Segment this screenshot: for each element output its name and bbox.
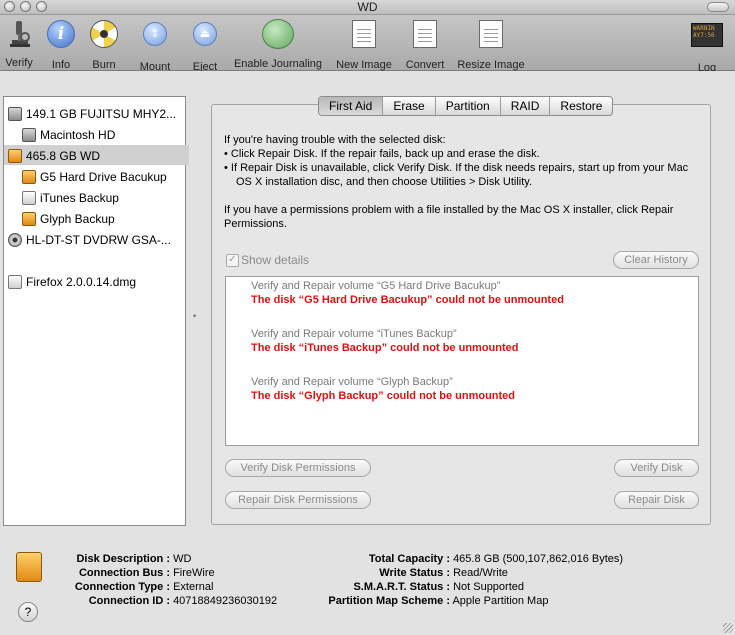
convert-button[interactable]: Convert <box>403 18 447 71</box>
first-aid-help: If you're having trouble with the select… <box>224 133 704 231</box>
sidebar-item-firefox-dmg[interactable]: Firefox 2.0.0.14.dmg <box>8 271 189 291</box>
help-intro: If you're having trouble with the select… <box>224 134 446 146</box>
split-view-handle[interactable]: • <box>193 311 196 321</box>
help-button[interactable]: ? <box>18 602 38 622</box>
disk-list[interactable]: 149.1 GB FUJITSU MHY2... Macintosh HD 46… <box>3 96 189 526</box>
mount-icon: ⇕ <box>143 22 167 46</box>
convert-label: Convert <box>405 59 445 71</box>
resize-image-label: Resize Image <box>457 59 525 71</box>
volume-icon <box>22 127 36 142</box>
show-details-label: Show details <box>241 253 310 267</box>
toolbar-toggle-button[interactable] <box>707 2 729 12</box>
new-image-icon <box>352 20 376 48</box>
info-label: Info <box>51 59 71 71</box>
tab-erase[interactable]: Erase <box>382 97 434 115</box>
connection-type: Connection Type : External <box>74 581 214 593</box>
enable-journaling-button[interactable]: Enable Journaling <box>230 18 326 70</box>
log-entry: Verify and Repair volume “Glyph Backup” … <box>251 375 515 403</box>
new-image-label: New Image <box>336 59 392 71</box>
verify-button[interactable]: Verify <box>2 18 36 69</box>
log-action: Verify and Repair volume “G5 Hard Drive … <box>251 280 501 292</box>
resize-grip[interactable] <box>723 623 733 633</box>
total-capacity: Total Capacity : 465.8 GB (500,107,862,0… <box>368 553 624 565</box>
optical-drive-icon <box>8 232 22 247</box>
smart-status: S.M.A.R.T. Status : Not Supported <box>353 581 524 593</box>
mount-button[interactable]: ⇕ Mount <box>136 18 174 73</box>
verify-disk-permissions-button[interactable]: Verify Disk Permissions <box>225 459 371 477</box>
log-error: The disk “iTunes Backup” could not be un… <box>251 342 519 354</box>
log-error: The disk “Glyph Backup” could not be unm… <box>251 390 516 402</box>
repair-disk-button[interactable]: Repair Disk <box>614 491 699 509</box>
log-icon: WARNIN AY7:56 <box>691 23 723 47</box>
external-volume-icon <box>22 169 36 184</box>
tab-partition[interactable]: Partition <box>434 97 500 115</box>
tab-raid[interactable]: RAID <box>499 97 550 115</box>
sidebar-item-glyph-backup[interactable]: Glyph Backup <box>22 208 203 228</box>
convert-icon <box>413 20 437 48</box>
help-permissions: If you have a permissions problem with a… <box>224 204 674 230</box>
help-bullet-repair: • Click Repair Disk. If the repair fails… <box>224 148 540 160</box>
info-icon: i <box>47 20 75 48</box>
info-button[interactable]: i Info <box>45 18 77 71</box>
partition-map-scheme: Partition Map Scheme : Apple Partition M… <box>328 595 549 607</box>
resize-image-button[interactable]: Resize Image <box>456 18 526 71</box>
new-image-button[interactable]: New Image <box>334 18 394 71</box>
log-action: Verify and Repair volume “iTunes Backup” <box>251 328 457 340</box>
title-bar: WD <box>0 0 735 15</box>
burn-icon <box>90 20 118 48</box>
microscope-icon <box>3 18 35 50</box>
burn-button[interactable]: Burn <box>88 18 120 71</box>
log-action: Verify and Repair volume “Glyph Backup” <box>251 376 453 388</box>
toolbar: Verify i Info Burn ⇕ Mount ⏏ Eject Enabl… <box>0 15 735 74</box>
log-entry: Verify and Repair volume “iTunes Backup”… <box>251 327 518 355</box>
log-error: The disk “G5 Hard Drive Bacukup” could n… <box>251 294 564 306</box>
enable-journaling-label: Enable Journaling <box>233 58 323 70</box>
hard-disk-icon <box>8 106 22 121</box>
sidebar-item-g5-backup[interactable]: G5 Hard Drive Bacukup <box>22 166 203 186</box>
external-disk-icon <box>8 148 22 163</box>
log-button[interactable]: WARNIN AY7:56 Log <box>690 18 724 74</box>
eject-button[interactable]: ⏏ Eject <box>188 18 222 73</box>
clear-history-button[interactable]: Clear History <box>613 251 699 269</box>
connection-bus: Connection Bus : FireWire <box>78 567 215 579</box>
write-status: Write Status : Read/Write <box>379 567 508 579</box>
resize-image-icon <box>479 20 503 48</box>
disk-description: Disk Description : WD <box>76 553 192 565</box>
window-title: WD <box>357 0 378 14</box>
verify-label: Verify <box>5 57 33 69</box>
tab-first-aid[interactable]: First Aid <box>319 97 383 115</box>
burn-label: Burn <box>92 59 116 71</box>
show-details-checkbox[interactable]: ✓ Show details <box>226 253 310 268</box>
sidebar-item-wd-disk[interactable]: 465.8 GB WD <box>4 145 189 165</box>
verify-disk-button[interactable]: Verify Disk <box>614 459 699 477</box>
journaling-icon <box>262 19 294 49</box>
first-aid-log[interactable]: Verify and Repair volume “G5 Hard Drive … <box>225 276 699 446</box>
external-volume-icon <box>22 211 36 226</box>
connection-id: Connection ID : 4071884923603019​2 <box>88 595 278 607</box>
help-bullet-verify: • If Repair Disk is unavailable, click V… <box>224 162 689 188</box>
checkmark-icon: ✓ <box>226 254 239 268</box>
log-entry: Verify and Repair volume “G5 Hard Drive … <box>251 279 564 307</box>
sidebar-item-macintosh-hd[interactable]: Macintosh HD <box>22 124 203 144</box>
tab-bar: First Aid Erase Partition RAID Restore <box>318 96 614 116</box>
sidebar-item-dvd-drive[interactable]: HL-DT-ST DVDRW GSA-... <box>8 229 189 249</box>
sidebar-item-fujitsu-disk[interactable]: 149.1 GB FUJITSU MHY2... <box>8 103 189 123</box>
disk-image-icon <box>8 274 22 289</box>
sidebar-item-itunes-backup[interactable]: iTunes Backup <box>22 187 203 207</box>
external-drive-icon <box>16 552 42 582</box>
volume-icon <box>22 190 36 205</box>
repair-disk-permissions-button[interactable]: Repair Disk Permissions <box>225 491 371 509</box>
eject-icon: ⏏ <box>193 22 217 46</box>
tab-restore[interactable]: Restore <box>549 97 612 115</box>
